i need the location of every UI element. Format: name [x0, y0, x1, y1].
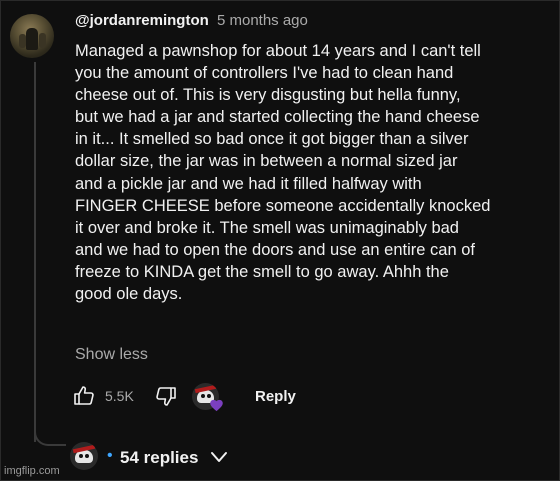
comment-line: freeze to KINDA get the smell to go away…	[75, 262, 449, 281]
reply-avatar	[70, 442, 98, 470]
thumbs-down-icon	[156, 387, 176, 406]
comment-line: cheese out of. This is very disgusting b…	[75, 86, 461, 105]
comment-line: you the amount of controllers I've had t…	[75, 64, 454, 83]
comment-body: Managed a pawnshop for about 14 years an…	[75, 40, 537, 305]
replies-dot: •	[107, 447, 113, 464]
comment-line: and a pickle jar and we had it filled ha…	[75, 174, 422, 193]
author-name[interactable]: @jordanremington	[75, 12, 209, 29]
thread-curve	[34, 420, 66, 446]
comment-actions: 5.5K Reply	[72, 383, 372, 413]
comment-line: and we had to open the doors and use an …	[75, 240, 475, 259]
comment-line: good ole days.	[75, 285, 183, 304]
comment-line: FINGER CHEESE before someone accidentall…	[75, 196, 491, 215]
chevron-down-icon	[211, 452, 227, 462]
comment-timestamp[interactable]: 5 months ago	[217, 12, 308, 29]
watermark: imgflip.com	[4, 465, 60, 477]
replies-toggle[interactable]: • 54 replies	[70, 442, 370, 474]
comment-line: it over and broke it. The smell was unim…	[75, 218, 459, 237]
creator-heart-badge[interactable]	[192, 383, 224, 413]
heart-icon	[210, 399, 223, 412]
like-button[interactable]	[72, 384, 96, 408]
comment-header: @jordanremington 5 months ago	[75, 12, 308, 29]
like-count: 5.5K	[105, 388, 134, 404]
reply-button[interactable]: Reply	[255, 388, 296, 405]
dislike-button[interactable]	[154, 384, 178, 408]
comment-line: Managed a pawnshop for about 14 years an…	[75, 42, 481, 60]
replies-count[interactable]: 54 replies	[120, 448, 198, 468]
comment-line: but we had a jar and started collecting …	[75, 108, 480, 127]
show-less-button[interactable]: Show less	[75, 346, 148, 364]
comment-line: in it... It smelled so bad once it got b…	[75, 130, 469, 149]
comment-line: dollar size, the jar was in between a no…	[75, 152, 458, 171]
thumbs-up-icon	[74, 386, 94, 405]
thread-line	[34, 62, 36, 442]
author-avatar[interactable]	[10, 14, 54, 58]
